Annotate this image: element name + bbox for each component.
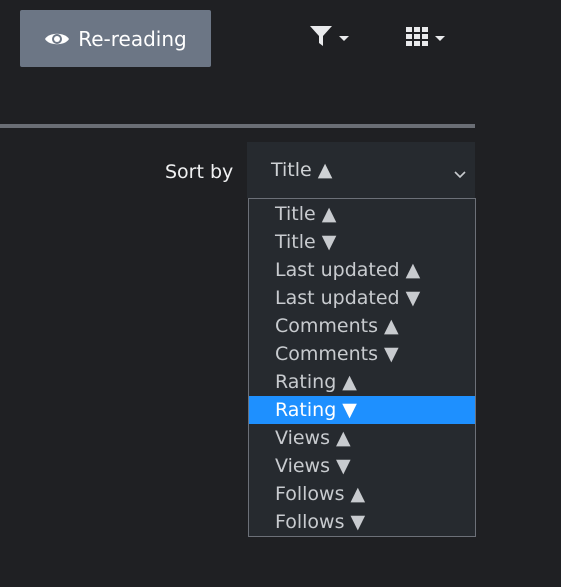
sort-option[interactable]: Follows ▼ (249, 508, 475, 536)
sort-options-list: Title ▲ Title ▼ Last updated ▲ Last updated… (248, 198, 476, 537)
sort-option[interactable]: Comments ▼ (249, 340, 475, 368)
sort-select[interactable]: Title ▲ (247, 142, 475, 198)
sort-option[interactable]: Title ▼ (249, 228, 475, 256)
chevron-down-icon (453, 163, 467, 185)
re-reading-button[interactable]: Re-reading (20, 10, 211, 67)
sort-option[interactable]: Follows ▲ (249, 480, 475, 508)
sort-option[interactable]: Comments ▲ (249, 312, 475, 340)
filter-dropdown-button[interactable] (309, 24, 349, 52)
page: Re-reading Sort by Title ▲ Title ▲ Title… (0, 0, 561, 587)
sort-option[interactable]: Last updated ▲ (249, 256, 475, 284)
divider (0, 124, 475, 128)
sort-option[interactable]: Views ▲ (249, 424, 475, 452)
filter-icon (309, 25, 333, 51)
sort-option[interactable]: Last updated ▼ (249, 284, 475, 312)
chevron-down-icon (339, 35, 349, 41)
re-reading-label: Re-reading (78, 26, 187, 51)
sort-option[interactable]: Views ▼ (249, 452, 475, 480)
eye-icon (44, 30, 70, 48)
sort-select-value: Title ▲ (271, 159, 333, 181)
sort-option[interactable]: Title ▲ (249, 200, 475, 228)
view-mode-dropdown-button[interactable] (405, 24, 445, 52)
grid-icon (405, 26, 429, 50)
chevron-down-icon (435, 35, 445, 41)
sort-by-label: Sort by (165, 161, 234, 183)
sort-option[interactable]: Rating ▲ (249, 368, 475, 396)
sort-option[interactable]: Rating ▼ (249, 396, 475, 424)
